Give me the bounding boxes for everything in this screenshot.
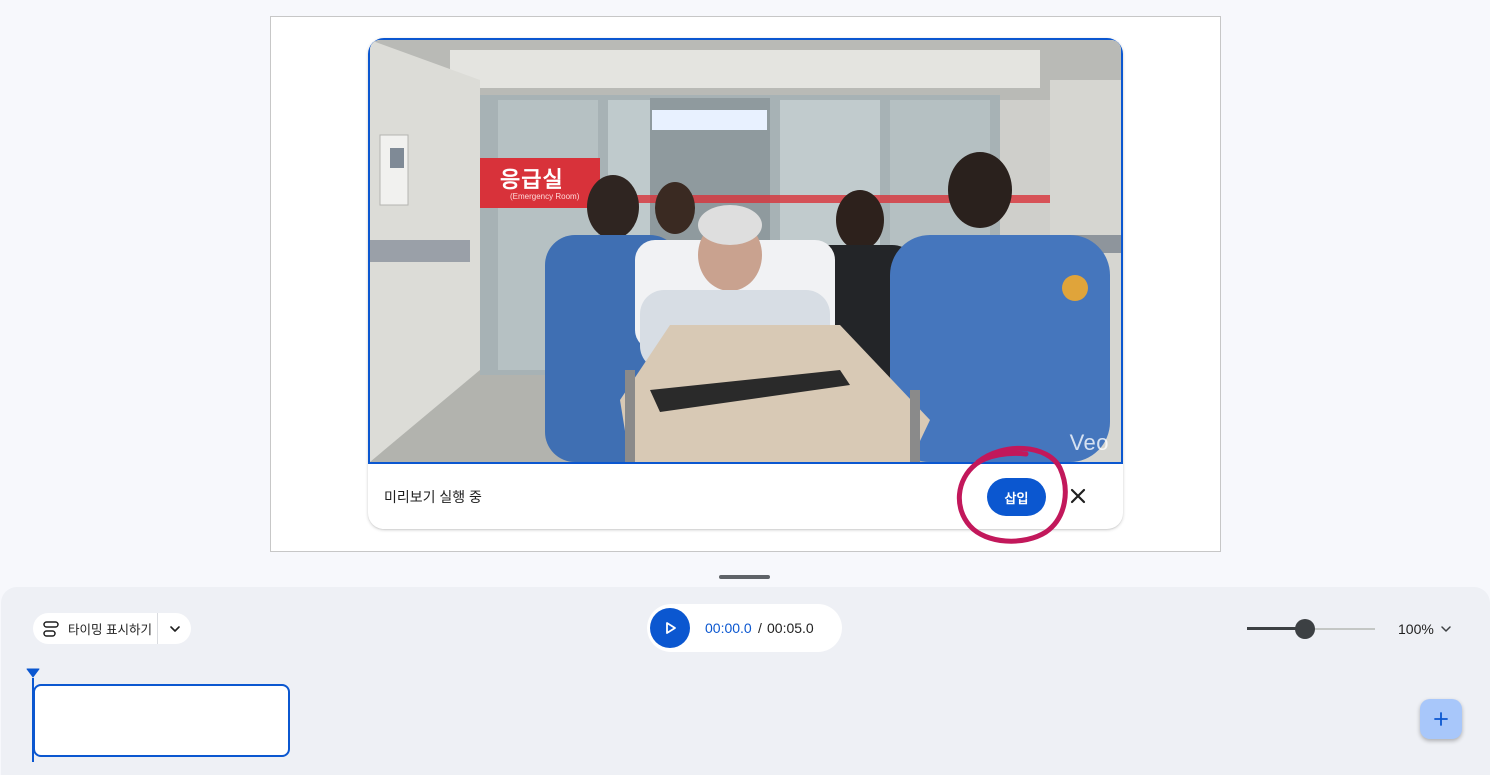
sign-text: 응급실 xyxy=(500,167,564,192)
playback-controls: 00:00.0 / 00:05.0 xyxy=(647,604,842,652)
show-timing-label: 타이밍 표시하기 xyxy=(68,623,152,637)
video-frame-image xyxy=(370,40,1121,462)
chevron-down-icon xyxy=(1441,626,1451,632)
preview-action-bar: 미리보기 실행 중 삽입 xyxy=(368,464,1123,529)
preview-status-text: 미리보기 실행 중 xyxy=(384,489,482,505)
sign-subtext: (Emergency Room) xyxy=(510,192,580,201)
insert-button[interactable]: 삽입 xyxy=(987,478,1046,516)
resize-handle[interactable] xyxy=(719,575,770,579)
current-time: 00:00.0 xyxy=(705,620,752,636)
close-preview-button[interactable] xyxy=(1064,482,1092,510)
chevron-down-icon xyxy=(169,625,180,632)
timeline-clip[interactable] xyxy=(33,684,290,757)
playhead-marker[interactable] xyxy=(26,668,40,678)
total-time: 00:05.0 xyxy=(767,620,814,636)
time-separator: / xyxy=(758,620,762,636)
preview-card: 응급실 (Emergency Room) Veo 미리보기 실행 중 삽입 xyxy=(368,38,1123,529)
timing-toggle-group: 타이밍 표시하기 xyxy=(33,613,191,644)
plus-icon xyxy=(1434,712,1448,726)
zoom-level-value: 100% xyxy=(1398,621,1434,637)
video-preview[interactable]: 응급실 (Emergency Room) Veo xyxy=(368,38,1123,464)
play-icon xyxy=(666,622,676,634)
zoom-slider-thumb[interactable] xyxy=(1294,619,1315,639)
show-timing-button[interactable]: 타이밍 표시하기 xyxy=(33,613,158,644)
add-clip-button[interactable] xyxy=(1420,699,1462,739)
preview-stage: 응급실 (Emergency Room) Veo 미리보기 실행 중 삽입 xyxy=(270,16,1221,552)
close-icon xyxy=(1070,488,1086,504)
timing-icon xyxy=(43,620,59,637)
timing-menu-button[interactable] xyxy=(158,613,191,644)
veo-watermark: Veo xyxy=(1069,430,1109,455)
play-button[interactable] xyxy=(650,608,690,648)
zoom-level-select[interactable]: 100% xyxy=(1398,619,1452,639)
zoom-slider[interactable] xyxy=(1247,619,1375,639)
